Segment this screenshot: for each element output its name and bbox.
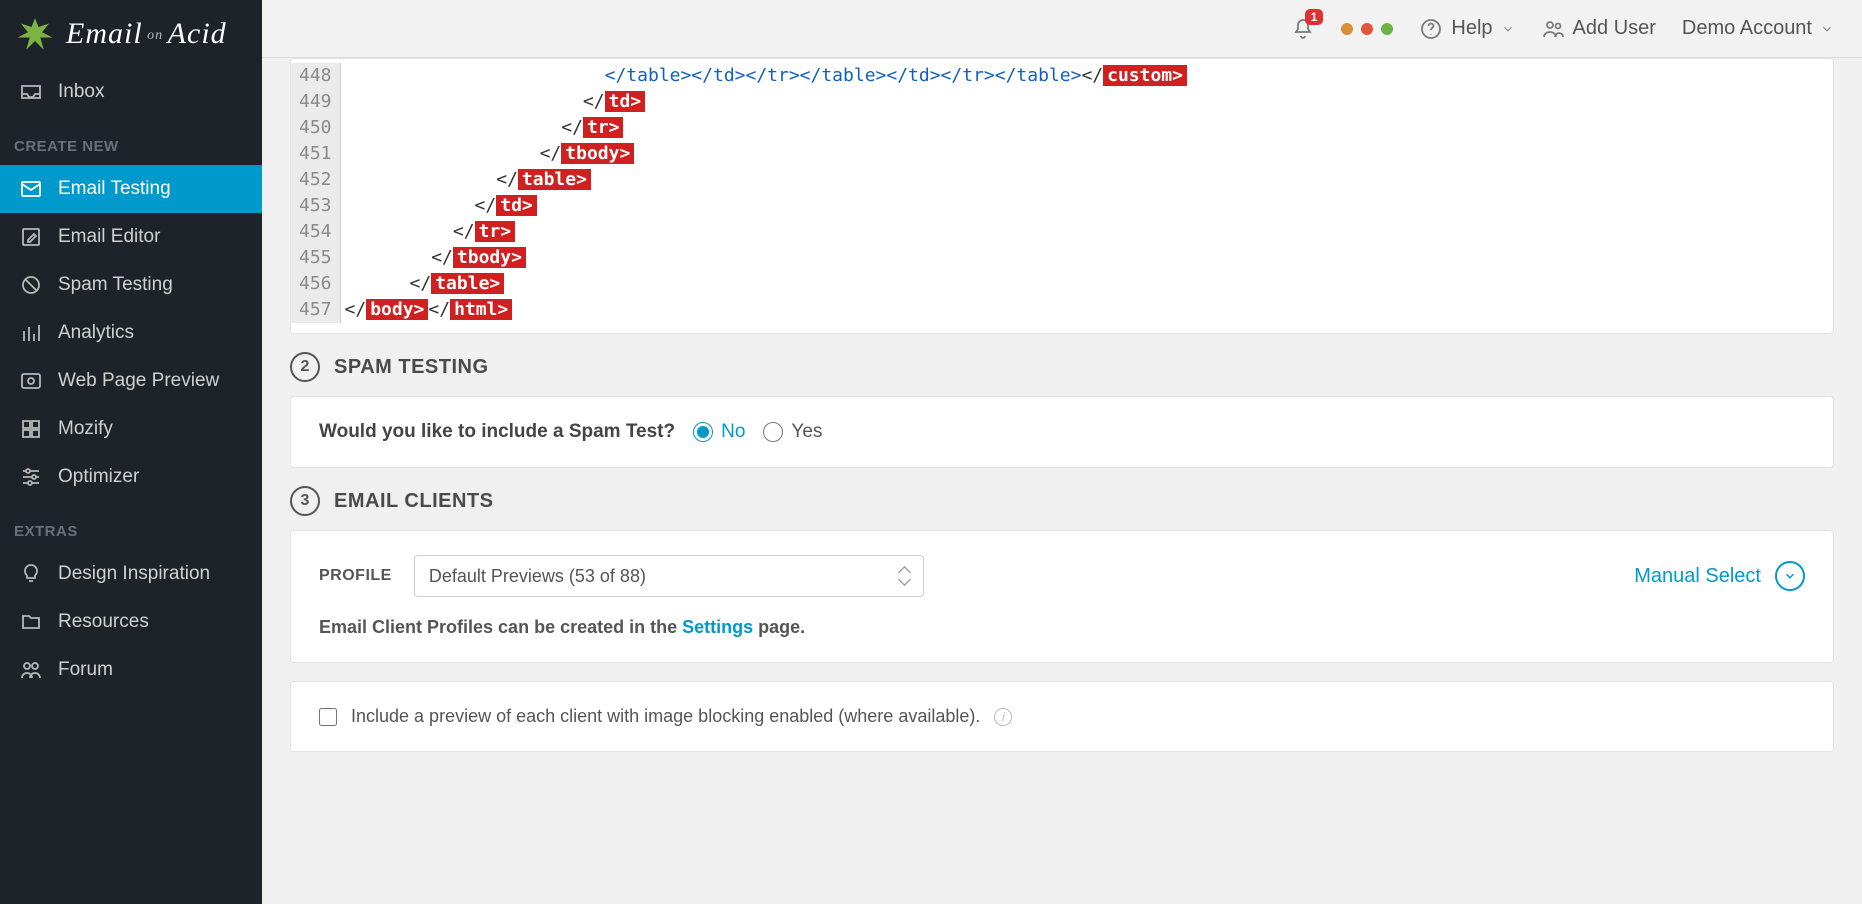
profile-label: PROFILE	[319, 567, 392, 585]
spam-testing-icon	[18, 272, 44, 298]
add-user-button[interactable]: Add User	[1541, 17, 1656, 41]
nav-resources[interactable]: Resources	[0, 598, 262, 646]
inbox-icon	[18, 79, 44, 105]
profile-select[interactable]: Default Previews (53 of 88)	[414, 555, 924, 597]
code-lines: </table></td></tr></table></td></tr></ta…	[341, 63, 1833, 323]
nav-label: Resources	[58, 611, 149, 633]
profile-helper-text: Email Client Profiles can be created in …	[319, 617, 1805, 638]
include-preview-checkbox[interactable]	[319, 708, 337, 726]
notifications-button[interactable]: 1	[1291, 17, 1315, 41]
chevron-down-icon	[1501, 22, 1515, 36]
email-editor-icon	[18, 224, 44, 250]
nav-label: Email Testing	[58, 178, 171, 200]
nav-inbox[interactable]: Inbox	[0, 68, 262, 116]
brand-logo[interactable]: Email on Acid	[0, 0, 262, 68]
users-icon	[1541, 17, 1565, 41]
nav-email-testing[interactable]: Email Testing	[0, 165, 262, 213]
radio-label: No	[721, 421, 745, 443]
nav-web-page-preview[interactable]: Web Page Preview	[0, 357, 262, 405]
help-icon	[1419, 17, 1443, 41]
radio-label: Yes	[791, 421, 822, 443]
nav-mozify[interactable]: Mozify	[0, 405, 262, 453]
line-gutter: 448449450451452453454455456457	[291, 63, 341, 323]
forum-icon	[18, 657, 44, 683]
help-menu[interactable]: Help	[1419, 17, 1514, 41]
nav-optimizer[interactable]: Optimizer	[0, 453, 262, 501]
spam-test-no-option[interactable]: No	[693, 421, 745, 443]
spam-testing-panel: Would you like to include a Spam Test? N…	[290, 396, 1834, 468]
step-3-header: 3 EMAIL CLIENTS	[290, 486, 1834, 516]
design-inspiration-icon	[18, 561, 44, 587]
nav-label: Web Page Preview	[58, 370, 219, 392]
topbar: 1 Help Add User Demo Account	[262, 0, 1862, 58]
status-dot	[1341, 23, 1353, 35]
sidebar: Email on Acid Inbox CREATE NEW Email Tes…	[0, 0, 262, 904]
content-area: 448449450451452453454455456457 </table><…	[262, 58, 1862, 904]
nav-label: Email Editor	[58, 226, 160, 248]
resources-icon	[18, 609, 44, 635]
spam-test-no-radio[interactable]	[693, 422, 713, 442]
nav-label: Spam Testing	[58, 274, 173, 296]
optimizer-icon	[18, 464, 44, 490]
manual-select-button[interactable]: Manual Select	[1634, 561, 1805, 591]
include-preview-label: Include a preview of each client with im…	[351, 706, 980, 727]
web-page-preview-icon	[18, 368, 44, 394]
nav-label: Inbox	[58, 81, 104, 103]
nav-label: Forum	[58, 659, 113, 681]
nav-email-editor[interactable]: Email Editor	[0, 213, 262, 261]
section-create-new: CREATE NEW	[0, 116, 262, 165]
help-label: Help	[1451, 17, 1492, 40]
nav-forum[interactable]: Forum	[0, 646, 262, 694]
status-dot	[1381, 23, 1393, 35]
step-2-header: 2 SPAM TESTING	[290, 352, 1834, 382]
status-dot	[1361, 23, 1373, 35]
chevron-down-icon	[1775, 561, 1805, 591]
spam-test-yes-radio[interactable]	[763, 422, 783, 442]
settings-link[interactable]: Settings	[682, 617, 753, 637]
spam-test-yes-option[interactable]: Yes	[763, 421, 822, 443]
section-extras: EXTRAS	[0, 501, 262, 550]
notification-badge: 1	[1305, 9, 1324, 25]
account-label: Demo Account	[1682, 17, 1812, 40]
step-number-2: 2	[290, 352, 320, 382]
code-editor[interactable]: 448449450451452453454455456457 </table><…	[291, 59, 1833, 333]
nav-design-inspiration[interactable]: Design Inspiration	[0, 550, 262, 598]
image-blocking-panel: Include a preview of each client with im…	[290, 681, 1834, 752]
nav-label: Analytics	[58, 322, 134, 344]
logo-splat-icon	[14, 13, 56, 55]
email-testing-icon	[18, 176, 44, 202]
step-number-3: 3	[290, 486, 320, 516]
code-editor-panel: 448449450451452453454455456457 </table><…	[290, 58, 1834, 334]
step-title-email-clients: EMAIL CLIENTS	[334, 490, 493, 513]
nav-label: Design Inspiration	[58, 563, 210, 585]
brand-wordmark: Email on Acid	[66, 17, 227, 51]
nav-label: Optimizer	[58, 466, 139, 488]
analytics-icon	[18, 320, 44, 346]
profile-select-value: Default Previews (53 of 88)	[429, 566, 646, 587]
include-preview-option[interactable]: Include a preview of each client with im…	[319, 706, 1805, 727]
nav-analytics[interactable]: Analytics	[0, 309, 262, 357]
mozify-icon	[18, 416, 44, 442]
nav-label: Mozify	[58, 418, 113, 440]
email-clients-panel: PROFILE Default Previews (53 of 88) Manu…	[290, 530, 1834, 663]
manual-select-label: Manual Select	[1634, 565, 1761, 588]
add-user-label: Add User	[1573, 17, 1656, 40]
status-dots	[1341, 23, 1393, 35]
nav-spam-testing[interactable]: Spam Testing	[0, 261, 262, 309]
info-icon[interactable]: i	[994, 708, 1012, 726]
chevron-down-icon	[1820, 22, 1834, 36]
step-title-spam-testing: SPAM TESTING	[334, 356, 489, 379]
spam-test-question: Would you like to include a Spam Test?	[319, 421, 675, 443]
account-menu[interactable]: Demo Account	[1682, 17, 1834, 40]
